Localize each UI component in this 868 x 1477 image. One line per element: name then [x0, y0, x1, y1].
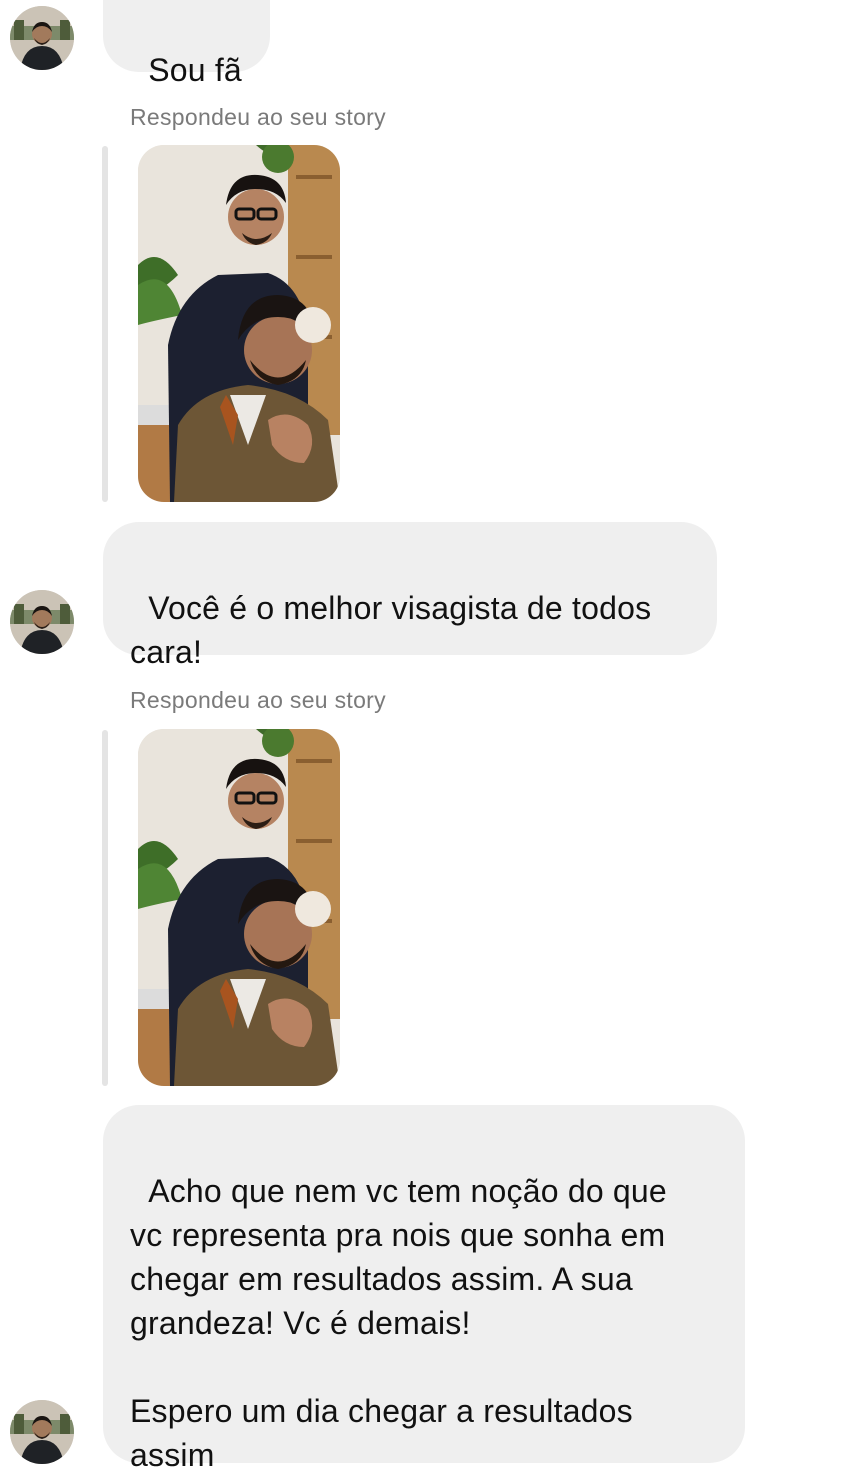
avatar-photo-icon — [10, 6, 74, 70]
story-thumbnail[interactable] — [138, 729, 340, 1086]
message-bubble[interactable]: Acho que nem vc tem noção do que vc repr… — [103, 1105, 745, 1473]
avatar-photo-icon — [10, 1400, 74, 1464]
reply-quote-bar — [102, 146, 108, 502]
message-bubble[interactable]: Sou fã — [103, 0, 270, 88]
story-thumbnail[interactable] — [138, 145, 340, 502]
sender-avatar[interactable] — [10, 1400, 74, 1464]
avatar-photo-icon — [10, 590, 74, 654]
story-photo-icon — [138, 145, 340, 502]
message-text: Acho que nem vc tem noção do que vc repr… — [130, 1173, 667, 1473]
reply-quote-bar — [102, 730, 108, 1086]
story-reply-caption: Respondeu ao seu story — [130, 104, 386, 130]
message-text: Você é o melhor visagista de todos cara! — [130, 590, 652, 670]
message-text: Sou fã — [148, 52, 242, 88]
message-bubble[interactable]: Você é o melhor visagista de todos cara! — [103, 522, 717, 670]
story-photo-icon — [138, 729, 340, 1086]
sender-avatar[interactable] — [10, 6, 74, 70]
story-reply-caption: Respondeu ao seu story — [130, 687, 386, 713]
sender-avatar[interactable] — [10, 590, 74, 654]
